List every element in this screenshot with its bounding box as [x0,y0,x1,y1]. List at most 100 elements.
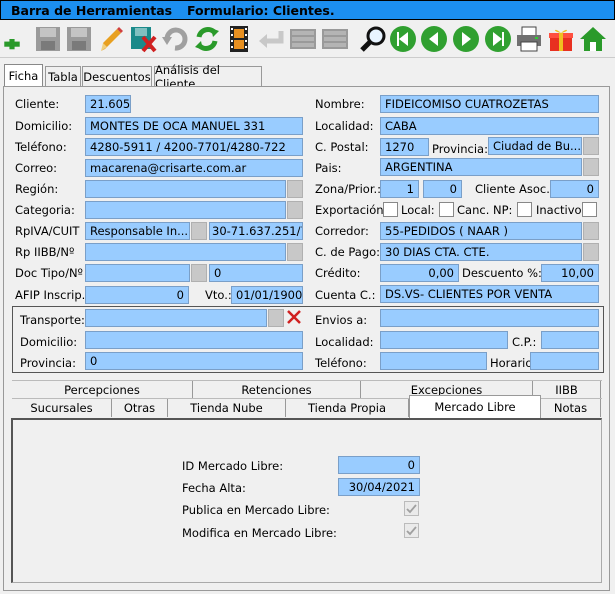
corredor-dropdown-button[interactable] [583,222,599,240]
tab-tabla[interactable]: Tabla [45,66,81,86]
nombre-field[interactable]: FIDEICOMISO CUATROZETAS [380,95,599,113]
edit-icon[interactable] [96,24,126,54]
correo-field[interactable]: macarena@crisarte.com.ar [85,159,303,177]
tab-otras[interactable]: Otras [112,399,168,417]
zona-field[interactable]: 1 [380,180,419,198]
region-field[interactable] [85,180,286,198]
provincia-field[interactable]: Ciudad de Bu... [488,137,582,155]
transporte-dropdown-button[interactable] [268,309,284,327]
categoria-dropdown-button[interactable] [287,201,303,219]
exportacion-checkbox[interactable] [383,202,398,217]
tab-mercado-libre[interactable]: Mercado Libre [409,395,541,418]
doctipo-dropdown-button[interactable] [191,264,207,282]
ml-modifica-checkbox[interactable] [404,523,419,538]
localidad-field[interactable]: CABA [380,117,599,135]
tab-ficha[interactable]: Ficha [4,64,43,86]
telefono-field[interactable]: 4280-5911 / 4200-7701/4280-722 [85,138,303,156]
prior-field[interactable]: 0 [423,180,462,198]
transp-provincia-field[interactable]: 0 [85,352,303,370]
inactivo-label: Inactivo: [536,203,586,217]
localidad-label: Localidad: [315,119,374,133]
provincia-dropdown-button[interactable] [583,137,599,155]
rpiibb-dropdown-button[interactable] [287,243,303,261]
nombre-label: Nombre: [315,97,365,111]
domicilio-field[interactable]: MONTES DE OCA MANUEL 331 [85,117,303,135]
rpiibb-label: Rp IIBB/Nº [15,245,75,259]
tab-analisis-cliente[interactable]: Análisis del Cliente [154,63,262,91]
rpiibb-field[interactable] [85,243,286,261]
delete-icon[interactable] [128,24,158,54]
rpiva-label: RpIVA/CUIT [15,224,80,238]
home-icon[interactable] [578,24,608,54]
ml-id-field[interactable]: 0 [338,456,420,474]
cpostal-field[interactable]: 1270 [380,138,429,156]
back-arrow-icon[interactable] [256,24,286,54]
vto-field[interactable]: 01/01/1900 [231,286,303,304]
ml-publica-checkbox[interactable] [404,501,419,516]
transp-telefono-field[interactable] [380,352,487,370]
rpiva-field[interactable]: Responsable In... [85,222,190,240]
add-icon[interactable] [0,24,24,54]
rpiva-dropdown-button[interactable] [191,222,207,240]
clear-transporte-icon[interactable] [285,308,303,326]
title-left: Barra de Herramientas [11,3,173,18]
ml-fecha-field[interactable]: 30/04/2021 [338,478,420,496]
search-icon[interactable] [358,24,388,54]
categoria-field[interactable] [85,201,286,219]
tab-notas[interactable]: Notas [541,399,601,417]
domicilio-label: Domicilio: [15,119,73,133]
first-record-icon[interactable] [388,24,418,54]
region-label: Región: [15,182,59,196]
previous-record-icon[interactable] [419,24,449,54]
tab-sucursales[interactable]: Sucursales [12,399,112,417]
film-icon[interactable] [224,24,254,54]
descuento-field[interactable]: 10,00 [541,264,599,282]
tab-percepciones[interactable]: Percepciones [12,381,193,399]
cpago-dropdown-button[interactable] [583,243,599,261]
pais-field[interactable]: ARGENTINA [380,158,582,176]
tab-tienda-propia[interactable]: Tienda Propia [286,399,409,417]
tab-descuentos[interactable]: Descuentos [82,66,152,86]
cpostal-label: C. Postal: [315,140,369,154]
provincia-label: Provincia: [432,142,488,156]
grid2-icon[interactable] [320,24,350,54]
local-checkbox[interactable] [439,202,454,217]
print-icon[interactable] [514,24,544,54]
credito-field[interactable]: 0,00 [380,264,459,282]
save-as-icon[interactable] [64,24,94,54]
transp-domicilio-label: Domicilio: [20,335,78,349]
tab-retenciones[interactable]: Retenciones [193,381,361,399]
tab-tienda-nube[interactable]: Tienda Nube [168,399,286,417]
gift-icon[interactable] [546,24,576,54]
cpago-field[interactable]: 30 DIAS CTA. CTE. [380,243,582,261]
afip-field[interactable]: 0 [85,286,189,304]
transp-cp-field[interactable] [541,331,599,349]
transp-localidad-label: Localidad: [315,335,374,349]
last-record-icon[interactable] [483,24,513,54]
cuentac-field[interactable]: DS.VS- CLIENTES POR VENTA [380,285,599,303]
cliente-field[interactable]: 21.605 [85,95,131,113]
undo-icon[interactable] [160,24,190,54]
inactivo-checkbox[interactable] [582,202,597,217]
pais-dropdown-button[interactable] [583,158,599,176]
cliente-asoc-field[interactable]: 0 [550,180,599,198]
save-icon[interactable] [33,24,63,54]
transporte-field[interactable] [85,309,267,327]
corredor-field[interactable]: 55-PEDIDOS ( NAAR ) [380,222,582,240]
grid1-icon[interactable] [288,24,318,54]
envios-field[interactable] [380,309,599,327]
transp-localidad-field[interactable] [380,331,508,349]
title-right: Formulario: Clientes. [187,3,335,18]
next-record-icon[interactable] [451,24,481,54]
canc-np-checkbox[interactable] [517,202,532,217]
region-dropdown-button[interactable] [287,180,303,198]
tab-iibb[interactable]: IIBB [533,381,601,399]
pais-label: Pais: [315,161,342,175]
doctipo-field[interactable] [85,264,190,282]
cuit-field[interactable]: 30-71.637.251/7 [209,222,303,240]
refresh-icon[interactable] [192,24,222,54]
docnum-field[interactable]: 0 [209,264,303,282]
cliente-label: Cliente: [15,97,60,111]
transp-domicilio-field[interactable] [85,331,303,349]
horario-field[interactable] [530,352,599,370]
